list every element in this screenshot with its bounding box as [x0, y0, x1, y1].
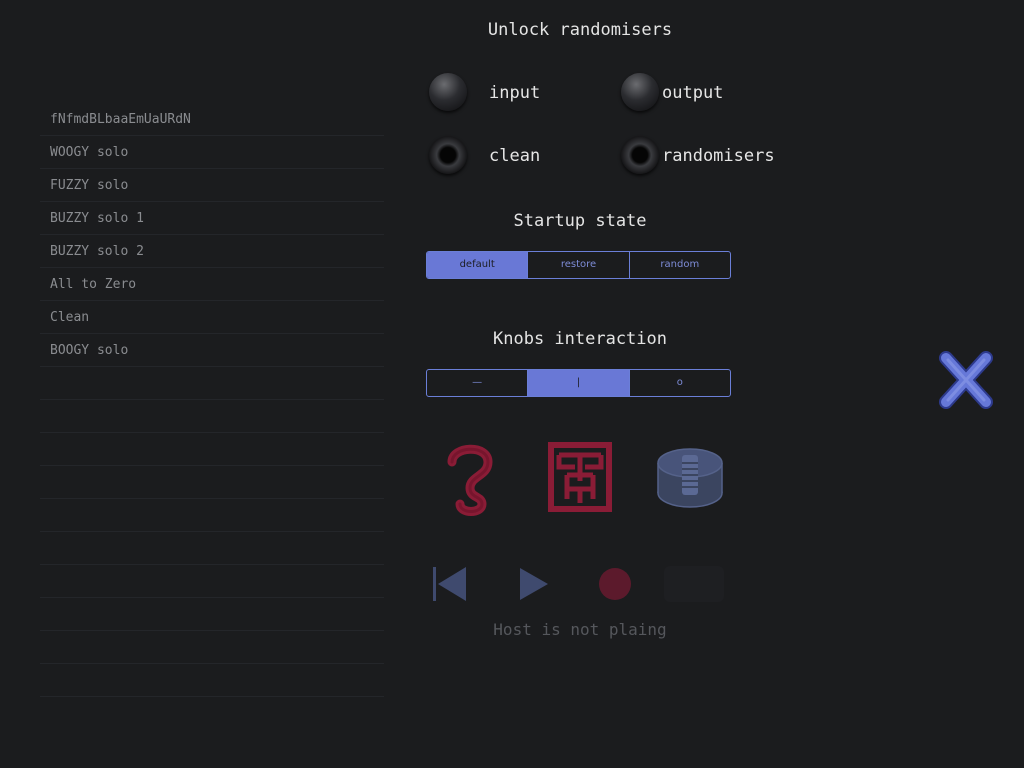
record-icon[interactable]	[598, 567, 632, 601]
preset-item[interactable]: fNfmdBLbaaEmUaURdN	[40, 103, 384, 136]
randomisers-toggle-button[interactable]	[621, 136, 659, 174]
preset-item-empty[interactable]	[40, 532, 384, 565]
preset-item[interactable]: FUZZY solo	[40, 169, 384, 202]
preset-item[interactable]: BUZZY solo 2	[40, 235, 384, 268]
preset-item[interactable]: Clean	[40, 301, 384, 334]
preset-item-empty[interactable]	[40, 499, 384, 532]
storage-disk-icon[interactable]	[655, 445, 725, 511]
knobs-vertical-option[interactable]: |	[528, 370, 630, 396]
startup-restore-option[interactable]: restore	[528, 252, 630, 278]
preset-item-empty[interactable]	[40, 631, 384, 664]
knobs-horizontal-option[interactable]: —	[427, 370, 529, 396]
transport-blank-button[interactable]	[664, 566, 724, 602]
preset-item-empty[interactable]	[40, 400, 384, 433]
preset-list: fNfmdBLbaaEmUaURdN WOOGY solo FUZZY solo…	[40, 103, 384, 697]
preset-item-empty[interactable]	[40, 367, 384, 400]
preset-item-empty[interactable]	[40, 598, 384, 631]
preset-item[interactable]: All to Zero	[40, 268, 384, 301]
preset-item[interactable]: BOOGY solo	[40, 334, 384, 367]
play-icon[interactable]	[518, 566, 550, 602]
input-toggle-button[interactable]	[429, 73, 467, 111]
startup-random-option[interactable]: random	[630, 252, 730, 278]
startup-state-segmented-control: default restore random	[426, 251, 731, 279]
maze-pattern-icon[interactable]	[547, 441, 613, 513]
output-toggle-label: output	[662, 83, 724, 103]
clean-toggle-button[interactable]	[429, 136, 467, 174]
startup-default-option[interactable]: default	[427, 252, 529, 278]
preset-item-empty[interactable]	[40, 664, 384, 697]
unlock-randomisers-title: Unlock randomisers	[487, 20, 673, 40]
preset-item-empty[interactable]	[40, 565, 384, 598]
knobs-interaction-title: Knobs interaction	[493, 329, 667, 349]
preset-item[interactable]: BUZZY solo 1	[40, 202, 384, 235]
knobs-circular-option[interactable]: o	[630, 370, 730, 396]
preset-item-empty[interactable]	[40, 466, 384, 499]
input-toggle-label: input	[489, 83, 541, 103]
clean-toggle-label: clean	[489, 146, 541, 166]
help-question-icon[interactable]	[440, 438, 500, 518]
knobs-interaction-segmented-control: — | o	[426, 369, 731, 397]
output-toggle-button[interactable]	[621, 73, 659, 111]
preset-item[interactable]: WOOGY solo	[40, 136, 384, 169]
close-icon[interactable]	[936, 350, 996, 410]
randomisers-toggle-label: randomisers	[662, 146, 775, 166]
preset-item-empty[interactable]	[40, 433, 384, 466]
startup-state-title: Startup state	[513, 211, 647, 231]
host-status-text: Host is not plaing	[493, 620, 667, 639]
skip-back-icon[interactable]	[432, 565, 468, 603]
